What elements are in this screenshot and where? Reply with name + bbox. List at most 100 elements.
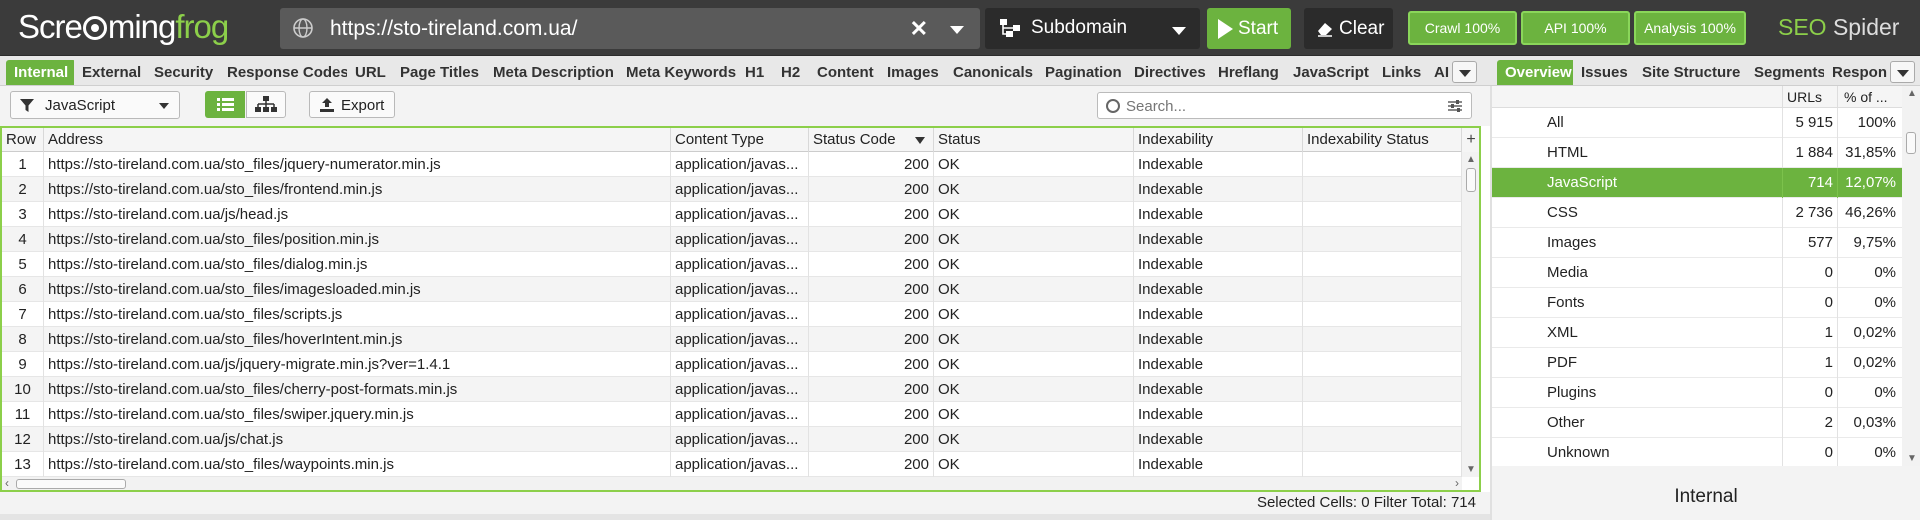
cell-content-type[interactable]: application/javas... (671, 177, 809, 202)
cell-status-code[interactable]: 200 (809, 227, 934, 252)
scroll-left-icon[interactable]: ‹ (5, 476, 9, 490)
scrollbar-thumb[interactable] (16, 479, 126, 489)
cell-status[interactable]: OK (934, 227, 1134, 252)
tab-canonicals[interactable]: Canonicals (945, 60, 1042, 85)
overview-column-urls[interactable]: URLs (1782, 86, 1838, 108)
tab-javascript[interactable]: JavaScript (1285, 60, 1377, 85)
tab-images[interactable]: Images (879, 60, 947, 85)
cell-content-type[interactable]: application/javas... (671, 277, 809, 302)
chevron-down-icon[interactable] (950, 26, 964, 34)
cell-status-code[interactable]: 200 (809, 427, 934, 452)
cell-status-code[interactable]: 200 (809, 177, 934, 202)
tab-segments[interactable]: Segments (1746, 60, 1834, 85)
cell-status-code[interactable]: 200 (809, 402, 934, 427)
cell-row-number[interactable]: 7 (2, 302, 44, 327)
clear-button[interactable]: Clear (1304, 8, 1393, 49)
cell-row-number[interactable]: 9 (2, 352, 44, 377)
cell-row-number[interactable]: 4 (2, 227, 44, 252)
tab-overview[interactable]: Overview (1497, 60, 1580, 85)
cell-row-number[interactable]: 8 (2, 327, 44, 352)
cell-row-number[interactable]: 2 (2, 177, 44, 202)
tab-response-times[interactable]: Respon (1824, 60, 1896, 85)
cell-status[interactable]: OK (934, 252, 1134, 277)
cell-indexability[interactable]: Indexable (1134, 277, 1303, 302)
cell-address[interactable]: https://sto-tireland.com.ua/sto_files/wa… (44, 452, 671, 477)
cell-row-number[interactable]: 10 (2, 377, 44, 402)
cell-content-type[interactable]: application/javas... (671, 402, 809, 427)
scroll-up-icon[interactable]: ▲ (1466, 154, 1476, 165)
cell-address[interactable]: https://sto-tireland.com.ua/sto_files/di… (44, 252, 671, 277)
cell-content-type[interactable]: application/javas... (671, 352, 809, 377)
table-row[interactable]: 9 https://sto-tireland.com.ua/js/jquery-m… (2, 352, 1462, 377)
horizontal-scrollbar[interactable]: ‹ › (2, 476, 1462, 490)
tab-links[interactable]: Links (1374, 60, 1430, 85)
tab-internal[interactable]: Internal (6, 60, 77, 85)
right-tabs-overflow-button[interactable] (1890, 61, 1915, 83)
cell-status-code[interactable]: 200 (809, 452, 934, 477)
column-header-status[interactable]: Status (934, 128, 1134, 152)
tab-issues[interactable]: Issues (1573, 60, 1636, 85)
overview-scrollbar[interactable]: ▲ ▼ (1902, 86, 1920, 466)
cell-status-code[interactable]: 200 (809, 377, 934, 402)
vertical-scrollbar[interactable]: ▲ ▼ (1462, 152, 1479, 477)
url-text[interactable]: https://sto-tireland.com.ua/ (330, 17, 577, 41)
cell-row-number[interactable]: 1 (2, 152, 44, 177)
column-header-content-type[interactable]: Content Type (671, 128, 809, 152)
tab-h2[interactable]: H2 (773, 60, 809, 85)
table-row[interactable]: 4 https://sto-tireland.com.ua/sto_files/p… (2, 227, 1462, 252)
cell-indexability-status[interactable] (1303, 152, 1462, 177)
cell-address[interactable]: https://sto-tireland.com.ua/js/head.js (44, 202, 671, 227)
cell-indexability[interactable]: Indexable (1134, 352, 1303, 377)
cell-content-type[interactable]: application/javas... (671, 252, 809, 277)
cell-status[interactable]: OK (934, 427, 1134, 452)
cell-status[interactable]: OK (934, 352, 1134, 377)
overview-row-all[interactable]: All 5 915 100% (1492, 108, 1902, 138)
tab-meta-keywords[interactable]: Meta Keywords (618, 60, 745, 85)
export-button[interactable]: Export (309, 91, 395, 118)
add-column-icon[interactable]: + (1462, 128, 1479, 152)
cell-status-code[interactable]: 200 (809, 277, 934, 302)
cell-status[interactable]: OK (934, 202, 1134, 227)
cell-content-type[interactable]: application/javas... (671, 452, 809, 477)
cell-indexability-status[interactable] (1303, 302, 1462, 327)
cell-content-type[interactable]: application/javas... (671, 427, 809, 452)
cell-row-number[interactable]: 12 (2, 427, 44, 452)
column-header-status-code[interactable]: Status Code (809, 128, 934, 152)
cell-status[interactable]: OK (934, 302, 1134, 327)
tab-page-titles[interactable]: Page Titles (392, 60, 487, 85)
search-field[interactable] (1097, 92, 1472, 119)
crawl-progress-button[interactable]: Crawl 100% (1408, 11, 1517, 45)
overview-row-xml[interactable]: XML 1 0,02% (1492, 318, 1902, 348)
cell-status[interactable]: OK (934, 177, 1134, 202)
cell-indexability[interactable]: Indexable (1134, 427, 1303, 452)
cell-indexability-status[interactable] (1303, 227, 1462, 252)
scroll-down-icon[interactable]: ▼ (1907, 453, 1917, 464)
table-row[interactable]: 5 https://sto-tireland.com.ua/sto_files/d… (2, 252, 1462, 277)
scrollbar-thumb[interactable] (1906, 132, 1916, 154)
table-row[interactable]: 7 https://sto-tireland.com.ua/sto_files/s… (2, 302, 1462, 327)
cell-status-code[interactable]: 200 (809, 202, 934, 227)
cell-row-number[interactable]: 13 (2, 452, 44, 477)
table-row[interactable]: 6 https://sto-tireland.com.ua/sto_files/i… (2, 277, 1462, 302)
overview-row-unknown[interactable]: Unknown 0 0% (1492, 438, 1902, 468)
cell-status[interactable]: OK (934, 277, 1134, 302)
overview-row-other[interactable]: Other 2 0,03% (1492, 408, 1902, 438)
cell-status[interactable]: OK (934, 152, 1134, 177)
cell-content-type[interactable]: application/javas... (671, 377, 809, 402)
cell-indexability[interactable]: Indexable (1134, 452, 1303, 477)
cell-address[interactable]: https://sto-tireland.com.ua/sto_files/ho… (44, 327, 671, 352)
cell-address[interactable]: https://sto-tireland.com.ua/sto_files/sc… (44, 302, 671, 327)
cell-indexability-status[interactable] (1303, 277, 1462, 302)
column-header-indexability[interactable]: Indexability (1134, 128, 1303, 152)
list-view-button[interactable] (205, 91, 245, 118)
cell-content-type[interactable]: application/javas... (671, 202, 809, 227)
cell-address[interactable]: https://sto-tireland.com.ua/sto_files/fr… (44, 177, 671, 202)
tab-url[interactable]: URL (347, 60, 394, 85)
cell-indexability-status[interactable] (1303, 252, 1462, 277)
cell-content-type[interactable]: application/javas... (671, 302, 809, 327)
column-header-address[interactable]: Address (44, 128, 671, 152)
table-row[interactable]: 11 https://sto-tireland.com.ua/sto_files/… (2, 402, 1462, 427)
table-row[interactable]: 10 https://sto-tireland.com.ua/sto_files/… (2, 377, 1462, 402)
cell-address[interactable]: https://sto-tireland.com.ua/sto_files/im… (44, 277, 671, 302)
cell-indexability[interactable]: Indexable (1134, 252, 1303, 277)
